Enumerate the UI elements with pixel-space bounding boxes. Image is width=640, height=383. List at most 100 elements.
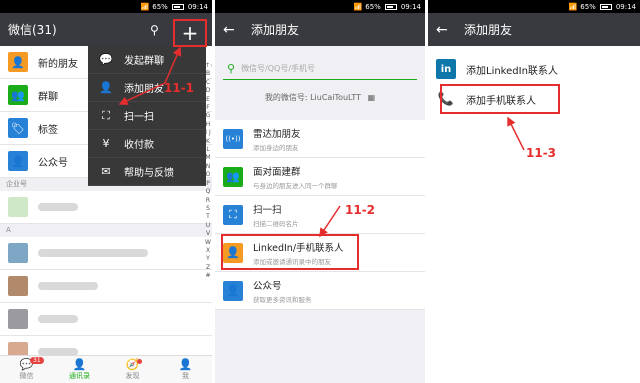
status-bar: 📶 65% 09:14 — [215, 0, 425, 13]
highlight-box — [221, 234, 359, 270]
qr-code-icon: ▦ — [367, 93, 376, 102]
add-friend-icon: 👤 — [8, 52, 28, 72]
menu-item-label: 发起群聊 — [124, 56, 164, 67]
page-title: 添加朋友 — [251, 23, 300, 37]
contacts-icon: 👤 — [72, 358, 87, 371]
signal-icon: 📶 — [140, 2, 150, 11]
search-placeholder: 微信号/QQ号/手机号 — [241, 64, 316, 73]
tab-chats[interactable]: 💬 微信 31 — [0, 356, 53, 383]
annotation-label: 11-2 — [345, 203, 376, 217]
group-chat-icon: 👥 — [8, 85, 28, 105]
list-item-label: 群聊 — [38, 91, 58, 103]
blurred-name — [38, 203, 78, 211]
list-item-label: 新的朋友 — [38, 58, 78, 70]
annotation-label: 11-3 — [526, 146, 557, 160]
battery-icon — [599, 3, 612, 10]
list-item[interactable] — [0, 303, 212, 336]
menu-item-help-feedback[interactable]: ✉ 帮助与反馈 — [88, 158, 206, 186]
annotation-label: 11-1 — [164, 81, 195, 95]
list-item-radar[interactable]: ((•)) 雷达加朋友 添加身边的朋友 — [215, 120, 425, 158]
add-methods-list: ((•)) 雷达加朋友 添加身边的朋友 👥 面对面建群 与身边的朋友进入同一个群… — [215, 120, 425, 310]
list-item-title: 面对面建群 — [253, 166, 301, 178]
avatar — [8, 276, 28, 296]
official-account-icon: 👤 — [223, 280, 243, 301]
tab-label: 我 — [182, 372, 189, 380]
list-item-face-to-face[interactable]: 👥 面对面建群 与身边的朋友进入同一个群聊 — [215, 158, 425, 196]
avatar — [8, 243, 28, 263]
blurred-name — [38, 282, 98, 290]
menu-item-payment[interactable]: ¥ 收付款 — [88, 130, 206, 158]
my-wechat-id[interactable]: 我的微信号: LiuCaiTouLTT ▦ — [215, 92, 425, 103]
notification-dot — [137, 359, 142, 364]
list-item-title: 雷达加朋友 — [253, 128, 301, 140]
title-bar: ← 添加朋友 — [215, 13, 425, 46]
avatar — [8, 309, 28, 329]
back-arrow-icon[interactable]: ← — [223, 22, 243, 38]
list-item-title: 公众号 — [253, 280, 282, 292]
tab-label: 微信 — [19, 372, 34, 380]
menu-item-start-group-chat[interactable]: 💬 发起群聊 — [88, 46, 206, 74]
signal-icon: 📶 — [353, 2, 363, 11]
tab-label: 通讯录 — [69, 372, 90, 380]
menu-item-label: 帮助与反馈 — [124, 168, 174, 179]
list-item[interactable] — [0, 237, 212, 270]
list-item[interactable] — [0, 270, 212, 303]
list-item-label: 添加LinkedIn联系人 — [466, 65, 558, 77]
battery-level: 65% — [152, 2, 168, 11]
section-header: A — [0, 224, 212, 237]
list-item-subtitle: 扫描二维码名片 — [253, 219, 299, 228]
title-bar: ← 添加朋友 — [428, 13, 640, 46]
page-title: 微信(31) — [8, 23, 57, 37]
plus-button[interactable]: + — [173, 19, 207, 47]
clock: 09:14 — [400, 2, 421, 11]
bottom-tab-bar: 💬 微信 31 👤 通讯录 🧭 发现 👤 我 — [0, 355, 212, 383]
list-item[interactable] — [0, 191, 212, 224]
battery-icon — [171, 3, 184, 10]
battery-icon — [384, 3, 397, 10]
search-input[interactable]: ⚲ 微信号/QQ号/手机号 — [223, 58, 417, 80]
linkedin-icon: in — [436, 59, 456, 79]
tab-discover[interactable]: 🧭 发现 — [106, 356, 159, 383]
menu-item-label: 收付款 — [124, 140, 154, 151]
clock: 09:14 — [187, 2, 208, 11]
list-item-subtitle: 与身边的朋友进入同一个群聊 — [253, 181, 338, 190]
tab-me[interactable]: 👤 我 — [159, 356, 212, 383]
add-contacts-screen: 📶 65% 09:14 ← 添加朋友 in 添加LinkedIn联系人 📞 添加… — [428, 0, 640, 383]
menu-item-scan[interactable]: ⛶ 扫一扫 — [88, 102, 206, 130]
menu-item-label: 扫一扫 — [124, 112, 154, 123]
list-item-title: 扫一扫 — [253, 204, 282, 216]
scan-icon: ⛶ — [102, 108, 110, 122]
list-item-subtitle: 添加身边的朋友 — [253, 143, 299, 152]
highlight-box — [440, 84, 560, 114]
list-item-label: 公众号 — [38, 157, 68, 169]
scan-icon: ⛶ — [223, 204, 243, 225]
mail-icon: ✉ — [101, 165, 111, 178]
list-item-subtitle: 获取更多资讯和服务 — [253, 295, 312, 304]
avatar — [8, 197, 28, 217]
status-bar: 📶 65% 09:14 — [0, 0, 212, 13]
tab-contacts[interactable]: 👤 通讯录 — [53, 356, 106, 383]
status-bar: 📶 65% 09:14 — [428, 0, 640, 13]
back-arrow-icon[interactable]: ← — [436, 22, 456, 38]
blurred-name — [38, 249, 148, 257]
contacts-screen: 📶 65% 09:14 微信(31) ⚲ 👤 新的朋友 👥 群聊 🏷 标签 👤 … — [0, 0, 212, 383]
battery-level: 65% — [365, 2, 381, 11]
list-item-official-accounts[interactable]: 👤 公众号 获取更多资讯和服务 — [215, 272, 425, 310]
battery-level: 65% — [580, 2, 596, 11]
add-user-icon: 👤 — [99, 81, 113, 94]
profile-icon: 👤 — [178, 358, 193, 371]
blurred-name — [38, 315, 78, 323]
list-item-scan[interactable]: ⛶ 扫一扫 扫描二维码名片 — [215, 196, 425, 234]
search-icon[interactable]: ⚲ — [150, 23, 159, 37]
page-title: 添加朋友 — [464, 23, 513, 37]
clock: 09:14 — [615, 2, 636, 11]
unread-badge: 31 — [30, 357, 44, 364]
tag-icon: 🏷 — [8, 118, 28, 138]
wechat-id-text: 我的微信号: LiuCaiTouLTT — [264, 93, 362, 102]
signal-icon: 📶 — [568, 2, 578, 11]
add-friends-screen: 📶 65% 09:14 ← 添加朋友 ⚲ 微信号/QQ号/手机号 我的微信号: … — [215, 0, 425, 383]
search-icon: ⚲ — [227, 62, 236, 75]
list-item-add-linkedin[interactable]: in 添加LinkedIn联系人 — [428, 54, 640, 84]
alphabet-index[interactable]: ↑☆A B C D E F G H I J K L M N O P Q R S … — [205, 62, 212, 281]
payment-icon: ¥ — [102, 137, 110, 150]
